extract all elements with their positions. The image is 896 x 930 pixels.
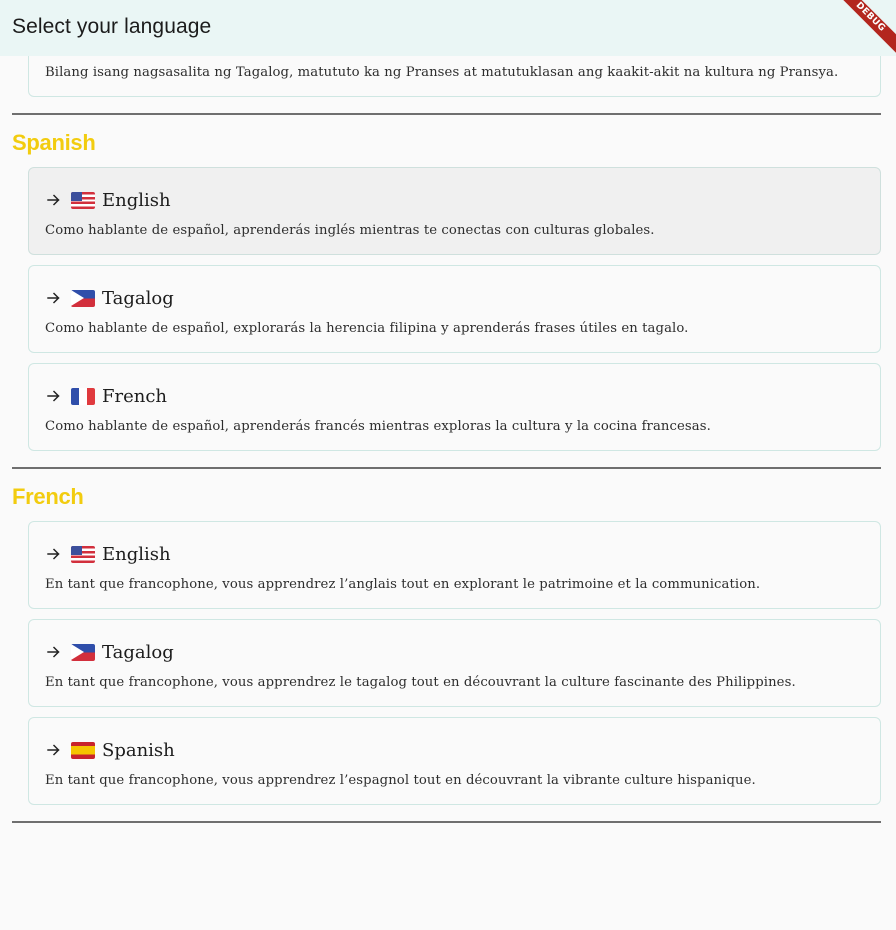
- arrow-right-icon: [45, 545, 63, 563]
- language-option-card[interactable]: Tagalog En tant que francophone, vous app…: [28, 619, 881, 707]
- section-divider: [12, 821, 881, 823]
- arrow-right-icon: [45, 387, 63, 405]
- language-name: English: [102, 189, 171, 211]
- language-option-card[interactable]: Spanish En tant que francophone, vous app…: [28, 717, 881, 805]
- app-bar: Select your language: [0, 0, 896, 56]
- arrow-right-icon: [45, 289, 63, 307]
- language-description: Como hablante de español, explorarás la …: [45, 321, 689, 336]
- card-header: French: [45, 384, 167, 408]
- language-section: Spanish English Como hablante de español, …: [0, 115, 896, 469]
- language-name: English: [102, 543, 171, 565]
- language-section: French English En tant que francophone, vo…: [0, 469, 896, 823]
- card-header: Spanish: [45, 738, 175, 762]
- card-header: Tagalog: [45, 640, 174, 664]
- language-name: Tagalog: [102, 641, 174, 663]
- card-header: English: [45, 188, 171, 212]
- flag-us-icon: [71, 545, 95, 563]
- language-description: En tant que francophone, vous apprendrez…: [45, 773, 756, 788]
- language-option-card[interactable]: English En tant que francophone, vous app…: [28, 521, 881, 609]
- language-option-card[interactable]: Tagalog Como hablante de español, explora…: [28, 265, 881, 353]
- arrow-right-icon: [45, 643, 63, 661]
- language-list[interactable]: English Bilang isang nagsasalita ng Tagal…: [0, 0, 896, 823]
- language-name: Spanish: [102, 739, 175, 761]
- flag-us-icon: [71, 191, 95, 209]
- language-name: Tagalog: [102, 287, 174, 309]
- flag-es-icon: [71, 741, 95, 759]
- language-option-card[interactable]: English Como hablante de español, aprende…: [28, 167, 881, 255]
- card-header: Tagalog: [45, 286, 174, 310]
- arrow-right-icon: [45, 191, 63, 209]
- language-description: En tant que francophone, vous apprendrez…: [45, 577, 761, 592]
- language-name: French: [102, 385, 168, 407]
- arrow-right-icon: [45, 741, 63, 759]
- flag-ph-icon: [71, 289, 95, 307]
- language-option-card[interactable]: French Como hablante de español, aprender…: [28, 363, 881, 451]
- language-description: Como hablante de español, aprenderás fra…: [45, 419, 711, 434]
- page-title: Select your language: [12, 15, 212, 38]
- language-description: Como hablante de español, aprenderás ing…: [45, 223, 655, 238]
- flag-fr-icon: [71, 387, 95, 405]
- section-title: French: [12, 484, 84, 509]
- language-description: En tant que francophone, vous apprendrez…: [45, 675, 796, 690]
- flag-ph-icon: [71, 643, 95, 661]
- section-title: Spanish: [12, 130, 96, 155]
- card-header: English: [45, 542, 171, 566]
- language-description: Bilang isang nagsasalita ng Tagalog, mat…: [45, 65, 839, 80]
